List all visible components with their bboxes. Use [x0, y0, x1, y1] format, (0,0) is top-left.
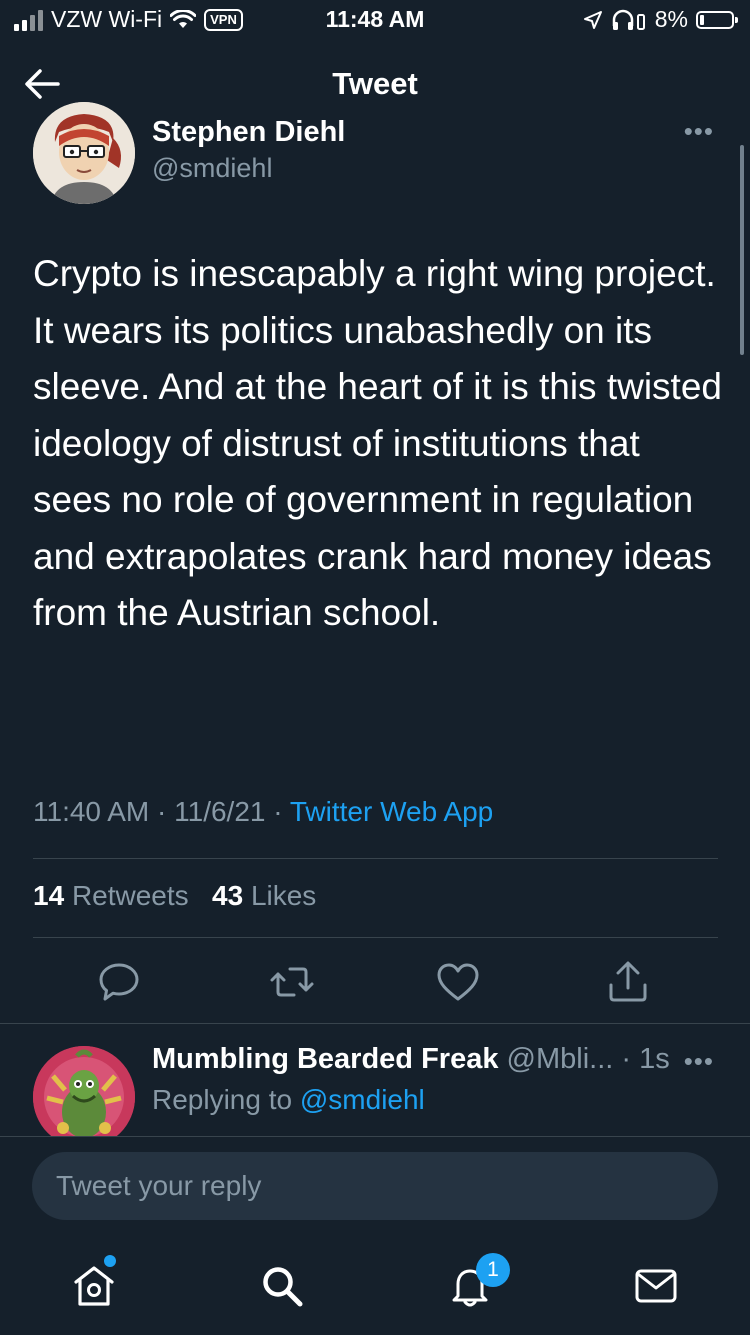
retweet-icon[interactable] — [268, 958, 316, 1006]
retweets-label: Retweets — [71, 880, 189, 911]
replying-prefix: Replying to — [152, 1084, 293, 1115]
home-new-indicator — [104, 1255, 116, 1267]
reply-icon[interactable] — [95, 958, 143, 1006]
search-icon[interactable] — [258, 1262, 306, 1310]
reply-author-name: Mumbling Bearded Freak — [152, 1043, 499, 1075]
meta-separator: · — [157, 796, 167, 827]
replying-to: Replying to @smdiehl — [152, 1084, 425, 1116]
share-icon[interactable] — [604, 958, 652, 1006]
reply-author-avatar[interactable] — [33, 1046, 135, 1148]
more-options-icon[interactable]: ••• — [684, 116, 714, 147]
header: Tweet — [0, 50, 750, 120]
notifications-badge: 1 — [476, 1253, 510, 1287]
retweets-count: 14 — [33, 880, 65, 911]
divider — [33, 937, 718, 938]
reply-author-handle: @Mbli... — [506, 1043, 614, 1075]
divider — [0, 1023, 750, 1024]
messages-envelope-icon[interactable] — [632, 1262, 680, 1310]
likes-label: Likes — [250, 880, 317, 911]
battery-icon — [696, 10, 738, 29]
reply-input[interactable] — [32, 1152, 718, 1220]
scrollbar[interactable] — [740, 145, 744, 355]
reply-more-options-icon[interactable]: ••• — [684, 1046, 714, 1077]
tweet-source-link[interactable]: Twitter Web App — [290, 796, 493, 827]
author-avatar[interactable] — [33, 102, 135, 204]
replying-mention-link[interactable]: @smdiehl — [300, 1084, 425, 1115]
tweet-text: Crypto is inescapably a right wing proje… — [33, 253, 722, 633]
like-heart-icon[interactable] — [434, 958, 482, 1006]
meta-separator: · — [273, 796, 283, 827]
tweet-meta: 11:40 AM · 11/6/21 · Twitter Web App — [33, 796, 493, 828]
home-icon[interactable] — [70, 1262, 118, 1310]
reply-author-line[interactable]: Mumbling Bearded Freak @Mbli... · 1s — [152, 1043, 670, 1076]
retweets-stat[interactable]: 14 Retweets — [33, 880, 189, 911]
battery-percent: 8% — [654, 6, 688, 32]
location-arrow-icon — [583, 10, 602, 29]
tweet-time: 11:40 AM — [33, 796, 150, 827]
divider — [33, 858, 718, 859]
likes-stat[interactable]: 43 Likes — [212, 880, 316, 911]
author-name[interactable]: Stephen Diehl — [152, 112, 345, 152]
likes-count: 43 — [212, 880, 244, 911]
status-bar: VZW Wi-Fi VPN 11:48 AM 8% — [0, 0, 750, 40]
reply-age: · 1s — [621, 1043, 670, 1075]
author-handle[interactable]: @smdiehl — [152, 153, 272, 184]
page-title: Tweet — [332, 66, 418, 101]
tweet-stats: 14 Retweets 43 Likes — [33, 880, 316, 912]
headphones-icon — [612, 9, 645, 30]
tweet-date: 11/6/21 — [174, 796, 266, 827]
